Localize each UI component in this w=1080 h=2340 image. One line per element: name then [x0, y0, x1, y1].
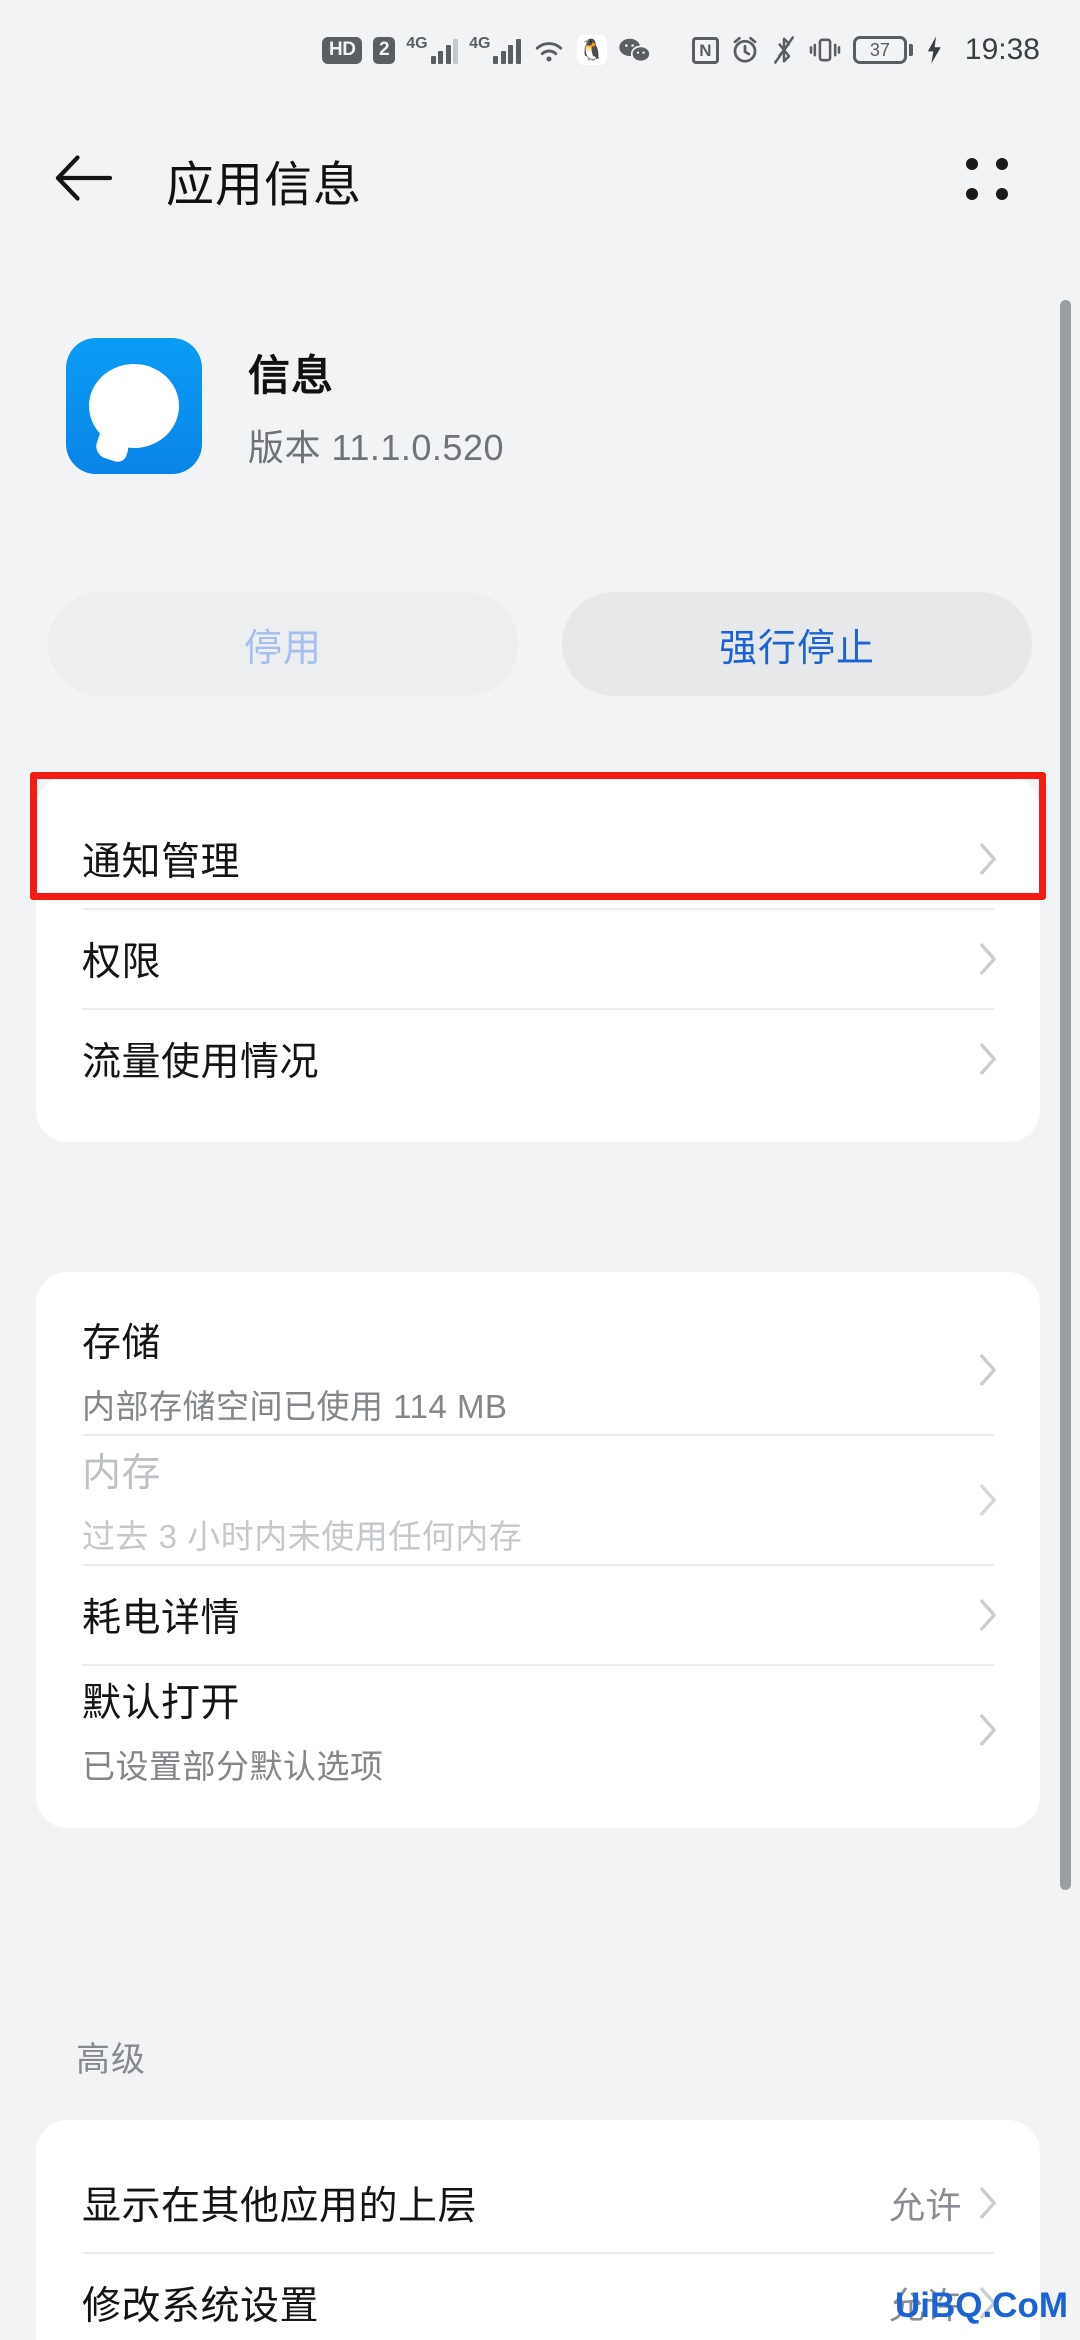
row-subtitle: 内部存储空间已使用 114 MB — [82, 1388, 508, 1425]
chevron-right-icon — [978, 1713, 998, 1747]
row-title: 耗电详情 — [82, 1597, 241, 1640]
alarm-clock-icon — [730, 35, 760, 65]
row-subtitle: 过去 3 小时内未使用任何内存 — [82, 1518, 523, 1555]
row-title: 权限 — [82, 941, 162, 984]
bluetooth-off-icon — [771, 35, 797, 65]
battery-indicator: 37 — [852, 36, 913, 64]
status-bar-clock: 19:38 — [964, 33, 1040, 66]
vertical-scrollbar[interactable] — [1060, 300, 1071, 1890]
nfc-icon: N — [691, 36, 719, 64]
page-title: 应用信息 — [166, 159, 363, 212]
app-summary: 信息 版本 11.1.0.520 — [0, 338, 1080, 474]
row-notification-management[interactable]: 通知管理 — [36, 810, 1040, 908]
row-title: 内存 — [82, 1452, 162, 1495]
wifi-icon — [532, 36, 566, 64]
force-stop-button[interactable]: 强行停止 — [562, 592, 1032, 696]
more-dot — [996, 158, 1008, 170]
row-title: 流量使用情况 — [82, 1041, 320, 1084]
signal-sim2-icon: 4G — [469, 36, 521, 64]
row-display-over-other-apps[interactable]: 显示在其他应用的上层 允许 — [36, 2154, 1040, 2252]
row-open-by-default[interactable]: 默认打开 已设置部分默认选项 — [36, 1666, 1040, 1794]
chevron-right-icon — [978, 842, 998, 876]
settings-card-advanced: 显示在其他应用的上层 允许 修改系统设置 允许 — [36, 2120, 1040, 2340]
battery-cap — [908, 44, 913, 56]
signal-bars-2 — [493, 36, 521, 64]
watermark: UiBQ.CoM — [894, 2286, 1068, 2325]
section-header-advanced: 高级 — [76, 2041, 146, 2079]
chevron-right-icon — [978, 1353, 998, 1387]
row-title: 默认打开 — [82, 1682, 241, 1725]
chevron-right-icon — [978, 942, 998, 976]
row-storage[interactable]: 存储 内部存储空间已使用 114 MB — [36, 1306, 1040, 1434]
qq-penguin-icon: 🐧 — [576, 35, 607, 65]
wechat-icon — [618, 36, 652, 64]
status-bar-left-icons: HD 2 4G 4G 🐧 — [322, 35, 652, 65]
more-dot — [966, 158, 978, 170]
row-title: 存储 — [82, 1322, 162, 1365]
row-modify-system-settings[interactable]: 修改系统设置 允许 — [36, 2254, 1040, 2340]
back-button[interactable] — [52, 152, 162, 209]
signal-sim1-icon: 4G — [406, 35, 459, 64]
chevron-right-icon — [978, 2186, 998, 2220]
sim-2-icon: 2 — [373, 36, 396, 64]
back-arrow-icon — [52, 152, 116, 209]
charging-bolt-icon — [924, 35, 944, 65]
app-info-screen: HD 2 4G 4G 🐧 N 37 19:38 应用信息 信息 版本 11.1.… — [0, 0, 1080, 2340]
row-title: 通知管理 — [82, 841, 241, 884]
row-title: 显示在其他应用的上层 — [82, 2185, 478, 2228]
more-dot — [996, 188, 1008, 200]
app-version: 版本 11.1.0.520 — [248, 426, 504, 468]
row-data-usage[interactable]: 流量使用情况 — [36, 1010, 1040, 1108]
hd-voice-icon: HD — [322, 36, 363, 64]
more-dot — [966, 188, 978, 200]
disable-app-button[interactable]: 停用 — [48, 592, 518, 696]
app-action-buttons: 停用 强行停止 — [0, 592, 1080, 696]
settings-card-usage: 存储 内部存储空间已使用 114 MB 内存 过去 3 小时内未使用任何内存 耗… — [36, 1272, 1040, 1828]
status-bar-right-icons: N 37 19:38 — [691, 33, 1040, 67]
chevron-right-icon — [978, 1042, 998, 1076]
status-bar: HD 2 4G 4G 🐧 N 37 19:38 — [0, 0, 1080, 100]
row-battery-details[interactable]: 耗电详情 — [36, 1566, 1040, 1664]
settings-card-basic: 通知管理 权限 流量使用情况 — [36, 776, 1040, 1142]
chevron-right-icon — [978, 1598, 998, 1632]
speech-bubble-shape — [89, 364, 179, 448]
network-type-1-label: 4G — [406, 35, 428, 52]
battery-level-label: 37 — [852, 36, 907, 64]
more-options-button[interactable] — [956, 148, 1020, 212]
network-type-2-label: 4G — [469, 35, 491, 52]
row-permissions[interactable]: 权限 — [36, 910, 1040, 1008]
messages-app-icon — [66, 338, 202, 474]
signal-bars-1 — [430, 36, 459, 64]
app-name: 信息 — [248, 351, 335, 399]
app-meta: 信息 版本 11.1.0.520 — [248, 342, 504, 471]
row-title: 修改系统设置 — [82, 2285, 320, 2328]
vibrate-icon — [808, 36, 842, 64]
chevron-right-icon — [978, 1483, 998, 1517]
row-subtitle: 已设置部分默认选项 — [82, 1748, 384, 1785]
row-value: 允许 — [888, 2185, 962, 2226]
row-memory[interactable]: 内存 过去 3 小时内未使用任何内存 — [36, 1436, 1040, 1564]
app-bar: 应用信息 — [0, 100, 1080, 260]
